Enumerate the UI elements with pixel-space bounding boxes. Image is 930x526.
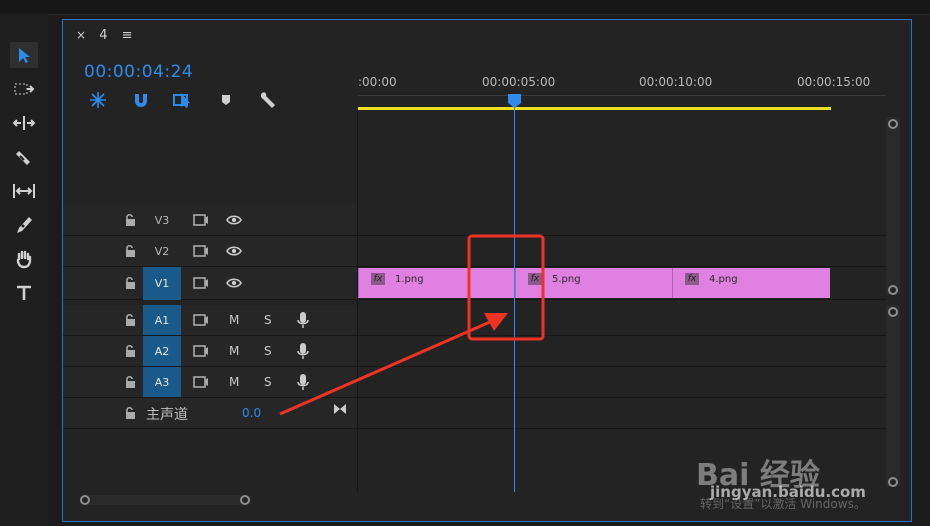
highlight-box	[467, 234, 545, 341]
baidu-url: jingyan.baidu.com	[710, 483, 866, 501]
annotation-arrow-line	[279, 320, 491, 416]
annotation-overlay	[279, 234, 545, 416]
